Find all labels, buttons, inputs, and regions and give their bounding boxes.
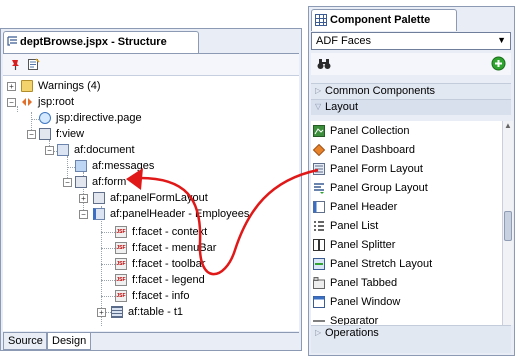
facet-icon: JSF [115,258,127,270]
facet-icon: JSF [115,290,127,302]
palette-grid-icon [315,14,327,26]
panel-header-icon [313,201,325,213]
tab-source[interactable]: Source [3,333,47,350]
folder-icon [21,80,33,92]
palette-item-label: Panel Form Layout [330,163,423,175]
palette-item-label: Panel Header [330,201,398,213]
collapse-toggle[interactable]: − [27,130,36,139]
palette-title: Component Palette [330,14,431,26]
panel-group-layout-icon [314,183,324,194]
tree-node-label: f:facet - toolbar [132,258,206,270]
panel-header-icon [93,208,105,220]
dropdown-arrow-icon[interactable]: ▼ [497,35,506,45]
expand-toggle[interactable]: + [79,194,88,203]
panel-splitter-icon [313,239,325,251]
scrollbar-thumb[interactable] [504,211,512,241]
binoculars-icon[interactable] [317,58,331,70]
tree-node-label: af:document [74,144,135,156]
table-icon [111,306,123,318]
panel-collection-icon [313,125,325,137]
view-icon [39,128,51,140]
tree-node-label: f:facet - menuBar [132,242,217,254]
collapsed-arrow-icon: ▷ [315,328,322,337]
directive-icon [39,112,51,124]
tree-node-label: f:facet - info [132,290,190,302]
tree-node-label: af:form [92,176,127,188]
palette-item-label: Panel Stretch Layout [330,258,433,270]
structure-title: deptBrowse.jspx - Structure [20,36,167,48]
tree-node-label: af:panelFormLayout [110,192,208,204]
palette-footer [311,341,511,353]
panel-stretch-layout-icon [313,258,325,270]
collapsed-arrow-icon: ▷ [315,86,322,95]
palette-item-label: Panel Dashboard [330,144,416,156]
structure-title-tab[interactable]: deptBrowse.jspx - Structure [3,31,199,53]
section-label: Layout [325,101,359,113]
tree-node-label: f:facet - context [132,226,208,238]
panel-dashboard-icon [313,144,325,156]
palette-scrollbar[interactable]: ▲ [502,121,513,325]
palette-item-label: Panel Tabbed [330,277,398,289]
tree-node-label: f:facet - legend [132,274,205,286]
tree-node-label: af:messages [92,160,155,172]
collapse-toggle[interactable]: − [63,178,72,187]
panel-form-layout-icon [313,163,325,175]
section-layout[interactable]: ▽ Layout [311,99,511,115]
expand-toggle[interactable]: + [97,308,106,317]
scroll-up-icon[interactable]: ▲ [504,121,512,130]
tree-node-label: af:table - t1 [128,306,184,318]
palette-item-label: Panel Splitter [330,239,396,251]
structure-toolbar [3,53,299,75]
collapse-toggle[interactable]: − [45,146,54,155]
tab-design[interactable]: Design [47,333,91,350]
expand-toggle[interactable]: + [7,82,16,91]
facet-icon: JSF [115,274,127,286]
component-palette-window: Component Palette ADF Faces ▼ ▷ Common C… [308,6,515,356]
pin-icon[interactable] [9,58,22,71]
tree-node-label: jsp:root [38,96,75,108]
palette-title-tab[interactable]: Component Palette [311,9,457,31]
structure-view-tabs: Source Design [3,332,299,350]
section-operations[interactable]: ▷ Operations [311,325,511,341]
structure-window: deptBrowse.jspx - Structure + Warnings (… [0,28,302,351]
separator-icon [313,320,325,322]
palette-item-label: Panel List [330,220,379,232]
panel-list-icon [314,221,324,231]
palette-item-label: Separator [330,315,379,325]
tree-node-label: f:view [56,128,85,140]
collapse-toggle[interactable]: − [79,210,88,219]
panel-tabbed-icon [313,277,325,289]
layout-component-list: Panel Collection Panel Dashboard Panel F… [311,121,502,325]
tree-node-label: af:panelHeader - Employees [110,208,250,220]
expanded-arrow-icon: ▽ [315,102,322,111]
messages-icon [75,160,87,172]
collapse-toggle[interactable]: − [7,98,16,107]
library-select-value: ADF Faces [316,35,372,47]
palette-search-row [311,53,511,75]
panel-window-icon [313,296,325,308]
facet-icon: JSF [115,226,127,238]
section-common-components[interactable]: ▷ Common Components [311,83,511,99]
palette-item-label: Panel Collection [330,125,410,137]
tree-node-label: jsp:directive.page [56,112,142,124]
structure-icon [7,36,17,46]
palette-item-label: Panel Group Layout [330,182,428,194]
jsp-root-icon [22,98,32,106]
add-icon[interactable] [491,56,506,71]
tree-node-label: Warnings (4) [38,80,101,92]
panel-form-layout-icon [93,192,105,204]
form-icon [75,176,87,188]
structure-tree: + Warnings (4) − jsp:root jsp:directive.… [3,75,299,331]
facet-icon: JSF [115,242,127,254]
palette-item-label: Panel Window [330,296,401,308]
document-icon [57,144,69,156]
properties-icon[interactable] [27,58,40,71]
section-label: Common Components [325,85,436,97]
library-select[interactable]: ADF Faces ▼ [311,32,511,50]
section-label: Operations [325,327,379,339]
